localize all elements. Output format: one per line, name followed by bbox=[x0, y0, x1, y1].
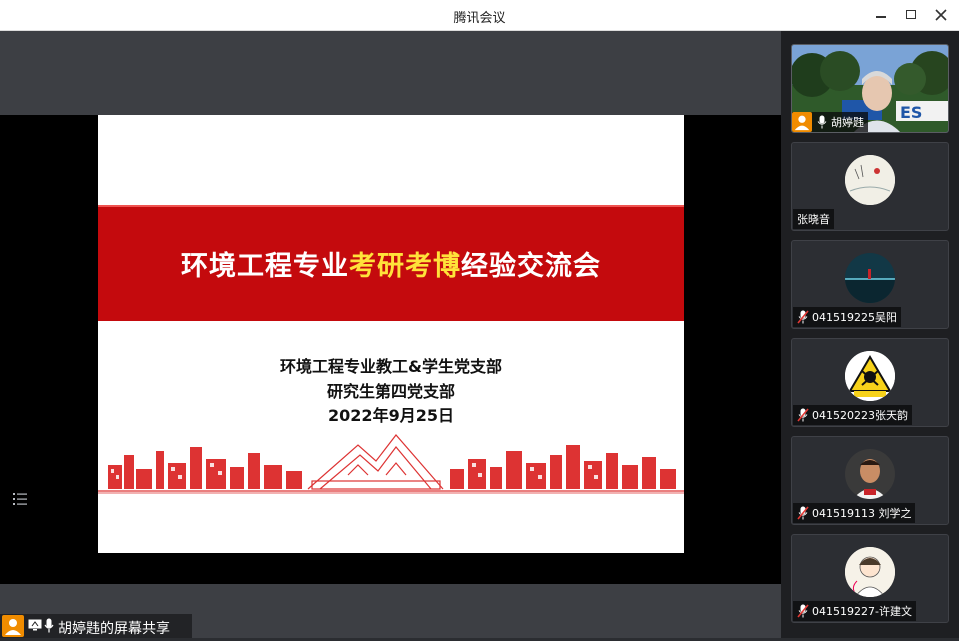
close-button[interactable] bbox=[930, 5, 952, 25]
maximize-button[interactable] bbox=[900, 5, 922, 25]
participant-avatar bbox=[845, 547, 895, 597]
screen-share-indicator: 胡婷韪的屏幕共享 bbox=[0, 614, 192, 638]
mic-muted-icon[interactable] bbox=[797, 408, 809, 422]
screen-share-icon bbox=[28, 619, 42, 631]
slide-title-part1: 环境工程专业 bbox=[181, 251, 349, 282]
slide-date: 2022年9月25日 bbox=[328, 406, 454, 425]
mic-muted-icon[interactable] bbox=[797, 506, 809, 520]
participant-name-bar: 胡婷韪 bbox=[792, 112, 868, 132]
participant-name: 041519113 刘学之 bbox=[812, 507, 912, 520]
window-title: 腾讯会议 bbox=[453, 11, 506, 26]
participant-panel: ES 胡婷韪 张晓音 041519225吴阳 041520223张天韵 0415… bbox=[781, 31, 959, 638]
minimize-button[interactable] bbox=[870, 5, 892, 25]
participant-tile[interactable]: ES 胡婷韪 bbox=[791, 44, 949, 133]
slide-title-banner: 环境工程专业考研考博经验交流会 bbox=[98, 205, 684, 321]
participant-avatar bbox=[845, 253, 895, 303]
menu-list-icon[interactable] bbox=[12, 491, 28, 507]
minimize-icon bbox=[876, 16, 886, 18]
participant-name: 041520223张天韵 bbox=[812, 409, 908, 422]
participant-name: 041519225吴阳 bbox=[812, 311, 897, 324]
main-stage: 环境工程专业考研考博经验交流会 环境工程专业教工&学生党支部 研究生第四党支部 … bbox=[0, 31, 781, 638]
participant-name-bar: 041520223张天韵 bbox=[793, 405, 912, 425]
screen-share-view[interactable]: 环境工程专业考研考博经验交流会 环境工程专业教工&学生党支部 研究生第四党支部 … bbox=[0, 115, 781, 584]
title-bar: 腾讯会议 bbox=[0, 0, 959, 31]
mic-muted-icon[interactable] bbox=[797, 604, 809, 618]
slide-organizer-2: 研究生第四党支部 bbox=[326, 382, 455, 401]
mic-muted-icon[interactable] bbox=[797, 310, 809, 324]
microphone-icon[interactable] bbox=[816, 115, 828, 129]
participant-tile[interactable]: 041519227-许建文 bbox=[791, 534, 949, 623]
participant-tile[interactable]: 张晓音 bbox=[791, 142, 949, 231]
participant-name-bar: 张晓音 bbox=[793, 209, 834, 229]
maximize-icon bbox=[906, 10, 916, 19]
participant-name: 胡婷韪 bbox=[831, 116, 864, 129]
participant-name: 张晓音 bbox=[797, 213, 830, 226]
presentation-slide: 环境工程专业考研考博经验交流会 环境工程专业教工&学生党支部 研究生第四党支部 … bbox=[98, 115, 684, 553]
participant-name-bar: 041519113 刘学之 bbox=[793, 503, 916, 523]
slide-organizer-1: 环境工程专业教工&学生党支部 bbox=[280, 357, 502, 376]
avatar-icon bbox=[2, 615, 24, 637]
participant-name: 041519227-许建文 bbox=[812, 605, 912, 618]
campus-skyline-illustration bbox=[98, 434, 684, 494]
slide-title-highlight: 考研考博 bbox=[349, 251, 461, 282]
slide-title: 环境工程专业考研考博经验交流会 bbox=[98, 244, 684, 283]
participant-avatar bbox=[845, 155, 895, 205]
participant-tile[interactable]: 041519113 刘学之 bbox=[791, 436, 949, 525]
participant-avatar bbox=[845, 351, 895, 401]
participant-tile[interactable]: 041520223张天韵 bbox=[791, 338, 949, 427]
screen-share-label: 胡婷韪的屏幕共享 bbox=[58, 621, 170, 637]
microphone-icon bbox=[44, 618, 54, 633]
slide-title-part2: 经验交流会 bbox=[461, 251, 601, 282]
close-icon bbox=[935, 9, 947, 21]
participant-name-bar: 041519227-许建文 bbox=[793, 601, 916, 621]
participant-avatar bbox=[845, 449, 895, 499]
svg-text:ES: ES bbox=[900, 103, 922, 122]
participant-tile[interactable]: 041519225吴阳 bbox=[791, 240, 949, 329]
participant-name-bar: 041519225吴阳 bbox=[793, 307, 901, 327]
avatar-icon bbox=[792, 112, 812, 132]
